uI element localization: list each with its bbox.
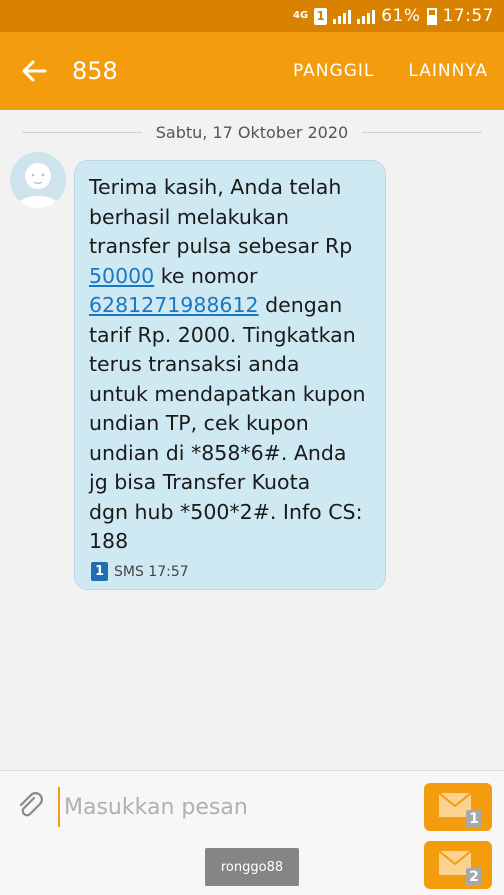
network-type: 4G [293,10,309,21]
message-line: 6281271988612 dengan [89,291,375,321]
battery-icon [426,7,437,25]
watermark: ronggo88 [205,848,299,886]
message-line: berhasil melakukan [89,204,289,229]
amount-link[interactable]: 50000 [89,264,154,288]
sim1-badge: 1 [466,810,482,828]
call-button[interactable]: PANGGIL [293,61,374,81]
sim-indicator: 1 [314,7,328,25]
sim2-badge: 2 [466,868,482,886]
message-text-segment: ke nomor [154,263,258,288]
date-divider: Sabtu, 17 Oktober 2020 [0,118,504,146]
message-line: dgn hub *500*2#. Info CS: [89,499,363,524]
message-line: 50000 ke nomor [89,262,375,292]
message-line: untuk mendapatkan kupon [89,381,366,406]
message-line: 188 [89,529,129,553]
message-line: undian TP, cek kupon [89,411,309,435]
more-button[interactable]: LAINNYA [408,61,488,81]
paperclip-icon [19,792,43,817]
back-arrow-icon [22,60,47,82]
person-icon [16,163,60,208]
message-text: Terima kasih, Anda telah berhasil melaku… [89,173,375,557]
clock: 17:57 [442,6,494,26]
sim-badge: 1 [91,562,108,581]
message-line: tarif Rp. 2000. Tingkatkan [89,322,356,347]
avatar[interactable] [10,152,66,208]
signal-icon [333,8,352,24]
message-bubble[interactable]: Terima kasih, Anda telah berhasil melaku… [74,160,386,590]
send-sim2-button[interactable]: 2 [424,841,492,889]
message-meta: 1 SMS 17:57 [91,562,189,581]
contact-title: 858 [72,57,118,85]
message-line: Terima kasih, Anda telah [89,175,342,199]
battery-percent: 61% [381,6,421,26]
message-line: jg bisa Transfer Kuota [89,470,311,494]
message-input[interactable] [58,787,416,827]
date-label: Sabtu, 17 Oktober 2020 [155,122,349,142]
attach-button[interactable] [14,789,46,821]
message-line: transfer pulsa sebesar Rp [89,234,353,258]
back-button[interactable] [16,53,52,89]
status-bar: 4G 1 61% 17:57 [0,0,504,32]
signal-icon-2 [357,8,376,24]
app-header: 858 PANGGIL LAINNYA [0,32,504,110]
phone-number-link[interactable]: 6281271988612 [89,293,259,317]
message-line: terus transaksi anda [89,352,300,376]
message-text-segment: dengan [258,293,343,317]
message-timestamp: SMS 17:57 [114,563,189,580]
message-line: undian di *858*6#. Anda [89,440,347,465]
send-sim1-button[interactable]: 1 [424,783,492,831]
